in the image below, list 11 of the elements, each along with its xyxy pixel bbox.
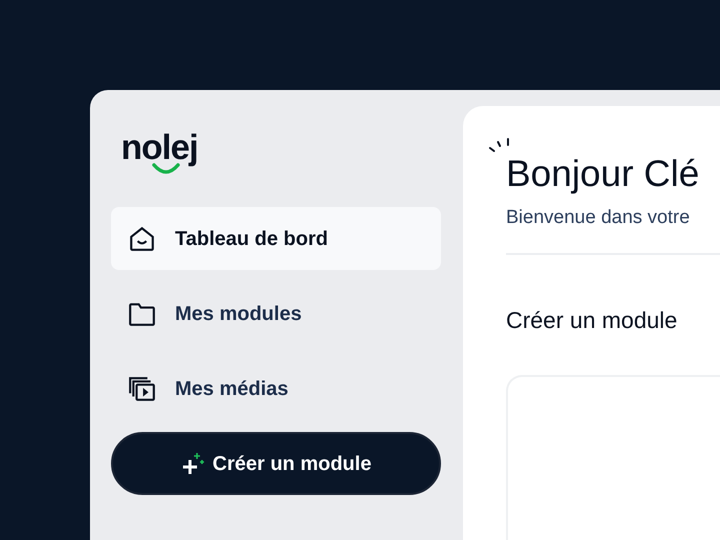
create-module-button[interactable]: Créer un module (111, 432, 441, 495)
section-heading: Créer un module (506, 306, 678, 334)
welcome-text: Bienvenue dans votre (506, 206, 691, 230)
home-icon (128, 224, 156, 252)
media-icon (128, 374, 156, 402)
logo-text: nolej (121, 128, 198, 167)
sidebar-item[interactable]: Mes médias (111, 357, 441, 420)
sidebar-item[interactable]: Tableau de bord (111, 207, 441, 270)
greeting-heading: Bonjour Clé (506, 152, 700, 192)
sparkle-plus-icon (180, 452, 205, 476)
sidebar-item[interactable]: Mes modules (111, 282, 441, 345)
